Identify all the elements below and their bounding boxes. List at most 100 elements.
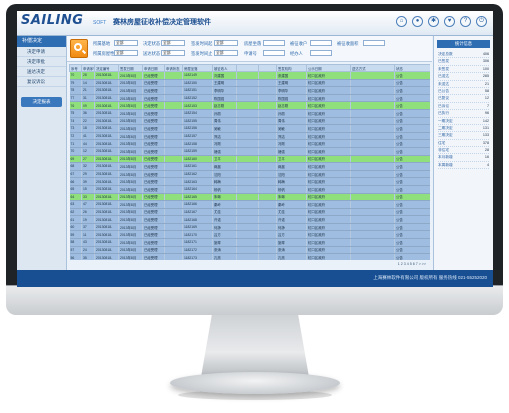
table-cell: 74 [69,117,82,126]
sidebar-item-apply[interactable]: 决定申请 [17,47,66,57]
table-row[interactable]: 70 28 20130818- 2013年8月 已经受理 1182149 刘建国 张建国 虹口区… [69,71,430,80]
heart-icon[interactable]: ♥ [444,16,455,27]
column-header[interactable]: 送达方式 [350,64,395,72]
table-cell: 何静 [212,223,237,232]
table-cell: 虹口区政府 [306,147,351,156]
table-cell: 20130818- [94,208,119,217]
table-row[interactable]: 58 43 20130818- 2013年8月 已经受理 1182171 施琴 施琴 虹口区政府… [69,238,430,247]
table-cell: 27 [81,155,95,164]
search-button[interactable] [70,39,88,58]
column-header[interactable] [258,64,277,72]
app-title: 赛林房屋征收补偿决定管理软件 [113,19,211,26]
table-row[interactable]: 78 21 20130818- 2013年8月 已经受理 1182151 李明华 李明华 虹口区… [69,86,430,95]
gear-icon[interactable]: ✱ [428,16,439,27]
table-row[interactable]: 67 29 20130818- 2013年8月 已经受理 1182162 沈阳 沈阳 虹口区政府… [69,170,430,179]
table-cell [164,71,183,80]
table-cell: 18 [81,124,95,133]
table-cell: 已经受理 [142,170,165,179]
table-cell: 1182173 [182,253,213,260]
filter-select-date-to[interactable]: 全部 [214,50,238,56]
table-row[interactable]: 73 18 20130818- 2013年8月 已经受理 1182156 吴敏 吴敏 虹口区政府… [69,124,430,133]
table-row[interactable]: 72 41 20130818- 2013年8月 已经受理 1182157 郑洁 郑洁 虹口区政府… [69,132,430,141]
table-cell: 已经受理 [142,185,165,194]
sidebar-header[interactable]: 补偿决定 [17,36,66,47]
filter-select-date-from[interactable]: 全部 [214,40,238,46]
filter-select-nature[interactable]: 全部 [114,50,138,56]
column-header[interactable]: 状态 [394,64,430,72]
power-icon[interactable]: ⏻ [476,16,487,27]
table-row[interactable]: 64 33 20130818- 2013年8月 已经受理 1182165 朱琳 朱琳 虹口区政府… [69,193,430,202]
table-cell [258,79,277,88]
user-icon[interactable]: ● [412,16,423,27]
table-row[interactable]: 79 14 20130818- 2013年8月 已经受理 1182150 王建明 王建明 虹口区… [69,79,430,88]
table-cell [236,230,259,240]
table-row[interactable]: 71 44 20130818- 2013年8月 已经受理 1182158 冯刚 冯刚 虹口区政府… [69,139,430,148]
stat-row: 已送达 285 [438,73,489,81]
column-header[interactable]: 签发日期 [118,64,143,72]
report-button[interactable]: 决定报表 [21,97,62,107]
filter-input-handler[interactable] [310,50,332,56]
table-cell: 1182171 [182,238,213,247]
column-header[interactable]: 申请日期 [142,64,165,72]
filter-select-base[interactable]: 全部 [114,40,138,46]
table-row[interactable]: 60 37 20130818- 2013年8月 已经受理 1182169 何静 何静 虹口区政府… [69,223,430,232]
table-row[interactable]: 75 36 20130818- 2013年8月 已经受理 1182154 孙丽 孙丽 虹口区政府… [69,109,430,118]
table-cell [236,79,259,88]
column-header[interactable]: 决定编号 [94,64,119,72]
sidebar-item-approve[interactable]: 决定审批 [17,57,66,67]
column-header[interactable]: 签发机构 [276,64,307,72]
home-icon[interactable]: ⌂ [396,16,407,27]
table-cell [258,170,277,179]
stats-list: 决定总数 406 已签发 306 未签发 100 已送达 285 未送达 21 已公告 58 已复议 12… [434,51,493,170]
table-row[interactable]: 76 09 20130818- 2013年8月 已经受理 1182153 赵志刚 赵志刚 虹口区… [69,101,430,110]
table-cell: 2013年8月 [118,124,143,133]
table-row[interactable]: 62 26 20130818- 2013年8月 已经受理 1182167 尤佳 尤佳 虹口区政府… [69,208,430,217]
table-row[interactable]: 61 19 20130818- 2013年8月 已经受理 1182168 许诺 许诺 虹口区政府… [69,215,430,224]
table-cell [258,155,277,164]
table-row[interactable]: 77 31 20130818- 2013年8月 已经受理 1182152 陈国强 陈国强 虹口区… [69,94,430,103]
column-header[interactable]: 公示日期 [306,64,351,72]
filter-input-location[interactable] [263,40,285,46]
table-cell: 已经受理 [142,101,165,110]
table-cell: 19 [81,215,95,224]
sidebar-item-deliver[interactable]: 送达决定 [17,67,66,77]
column-header[interactable]: 房屋坐落 [182,64,213,72]
table-row[interactable]: 66 39 20130818- 2013年8月 已经受理 1182163 韩梅 韩梅 虹口区政府… [69,177,430,186]
table-cell [258,230,277,240]
table-row[interactable]: 69 27 20130818- 2013年8月 已经受理 1182160 卫平 卫平 虹口区政府… [69,155,430,164]
table-cell: 37 [81,223,95,232]
table-row[interactable]: 56 35 20130818- 2013年8月 已经受理 1182173 孔亮 孔亮 虹口区政府… [69,253,430,260]
column-header[interactable]: 序号 [69,64,82,72]
table-row[interactable]: 57 24 20130818- 2013年8月 已经受理 1182172 张涛 张涛 虹口区政府… [69,246,430,255]
table-cell: 蒋晨 [212,162,237,171]
table-cell: 已经受理 [142,223,165,232]
filter-select-status[interactable]: 全部 [161,40,185,46]
table-cell [350,253,395,260]
table-cell: 1182155 [182,117,213,126]
column-header[interactable]: 被征收人 [212,64,237,72]
column-header[interactable]: 申请序号 [81,64,95,72]
filter-input-apply-no[interactable] [263,50,285,56]
main-content: 所属基地 全部 决定状态 全部 签发时间起 全部 房屋坐落 被征收户 被征收面积… [67,36,432,270]
table-cell [236,238,259,247]
filter-input-area[interactable] [363,40,385,46]
help-icon[interactable]: ? [460,16,471,27]
table-cell: 虹口区政府 [306,246,351,255]
table-row[interactable]: 74 22 20130818- 2013年8月 已经受理 1182155 周伟 周伟 虹口区政府… [69,117,430,126]
table-cell: 施琴 [212,238,237,247]
table-row[interactable]: 70 12 20130818- 2013年8月 已经受理 1182159 褚强 褚强 虹口区政府… [69,147,430,156]
table-cell [350,170,395,179]
table-cell: 公告 [394,193,430,202]
table-row[interactable]: 59 11 20130818- 2013年8月 已经受理 1182170 吕方 吕方 虹口区政府… [69,230,430,240]
sidebar-item-review[interactable]: 复议诉讼 [17,77,66,87]
table-cell: 41 [81,132,95,141]
filter-select-delivery[interactable]: 全部 [161,50,185,56]
pagination[interactable]: 1 2 3 4 5 6 7 > >> [69,262,430,269]
table-cell: 1182151 [182,86,213,95]
table-row[interactable]: 68 32 20130818- 2013年8月 已经受理 1182161 蒋晨 蒋晨 虹口区政府… [69,162,430,171]
column-header[interactable]: 申请状态 [164,64,183,72]
filter-input-household[interactable] [310,40,332,46]
table-row[interactable]: 65 15 20130818- 2013年8月 已经受理 1182164 杨帆 杨帆 虹口区政府… [69,185,430,194]
table-row[interactable]: 63 47 20130818- 2013年8月 已经受理 1182166 秦岭 秦岭 虹口区政府… [69,200,430,209]
column-header[interactable] [236,64,259,72]
